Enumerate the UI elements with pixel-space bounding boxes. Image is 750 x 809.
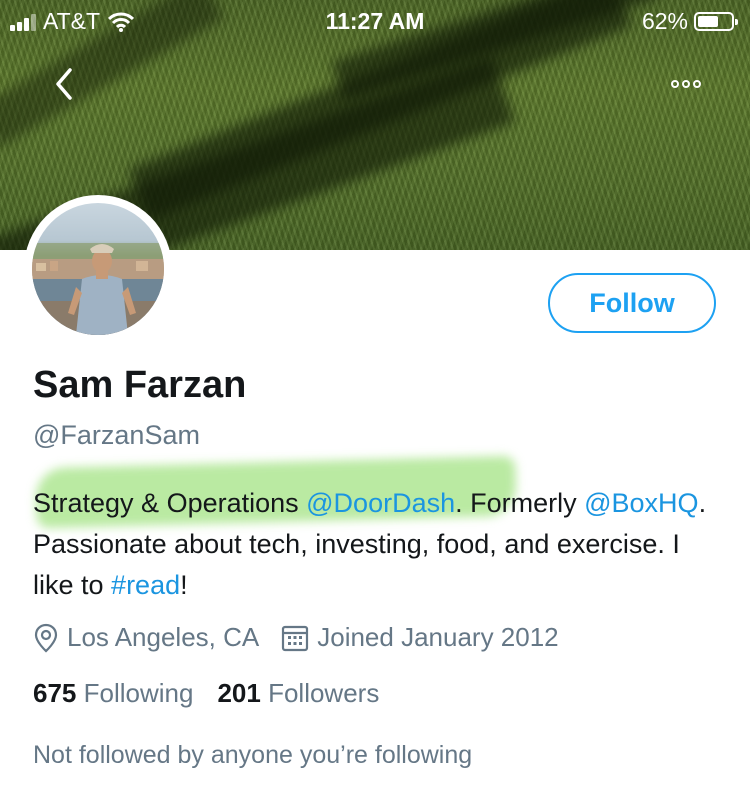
calendar-icon [282, 625, 309, 651]
more-options-button[interactable] [664, 70, 708, 98]
more-options-icon [671, 80, 679, 88]
back-button[interactable] [46, 62, 86, 106]
bio-text: ! [180, 570, 188, 600]
location-text: Los Angeles, CA [67, 622, 260, 652]
bio-mention-boxhq[interactable]: @BoxHQ [584, 488, 698, 518]
battery-icon [694, 12, 738, 31]
following-stat[interactable]: 675 Following [33, 678, 193, 709]
bio-mention-doordash[interactable]: @DoorDash [306, 488, 455, 518]
follow-button[interactable]: Follow [548, 273, 716, 333]
location-pin-icon [34, 623, 58, 652]
followers-stat[interactable]: 201 Followers [217, 678, 379, 709]
following-label: Following [83, 678, 194, 708]
following-count: 675 [33, 678, 77, 708]
status-time: 11:27 AM [325, 8, 425, 34]
avatar[interactable] [24, 195, 172, 343]
profile-name: Sam Farzan [33, 364, 247, 406]
joined-text: Joined January 2012 [317, 622, 559, 652]
location-item: Los Angeles, CA [33, 622, 259, 653]
profile-handle: @FarzanSam [33, 420, 200, 450]
follow-stats: 675 Following 201 Followers [33, 678, 403, 709]
not-followed-text: Not followed by anyone you’re following [33, 741, 473, 769]
followers-count: 201 [217, 678, 261, 708]
chevron-left-icon [56, 68, 72, 100]
followers-label: Followers [268, 678, 380, 708]
status-bar: AT&T 11:27 AM 62% [0, 0, 750, 40]
avatar-photo [32, 203, 164, 335]
bio-text: . Formerly [455, 488, 585, 518]
bio-text: Strategy & Operations [33, 488, 307, 518]
bio-hashtag-read[interactable]: #read [111, 570, 180, 600]
profile-bio: Strategy & Operations @DoorDash. Formerl… [33, 483, 723, 606]
joined-item: Joined January 2012 [281, 622, 559, 653]
battery-percent: 62% [641, 8, 688, 34]
profile-meta: Los Angeles, CA Joined January 2012 [33, 622, 581, 653]
